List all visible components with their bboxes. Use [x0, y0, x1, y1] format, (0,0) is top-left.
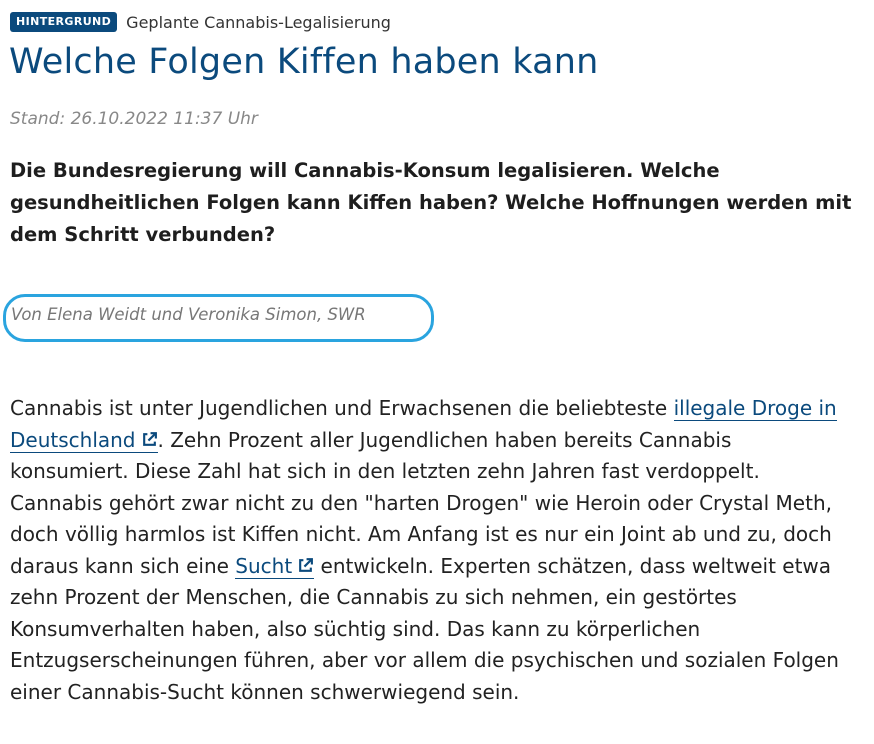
link-label[interactable]: Sucht	[235, 554, 292, 578]
article-headline: Welche Folgen Kiffen haben kann	[9, 42, 599, 82]
kicker: Geplante Cannabis-Legalisierung	[126, 12, 391, 32]
article-body: Cannabis ist unter Jugendlichen und Erwa…	[10, 393, 840, 708]
link-addiction[interactable]: Sucht	[235, 553, 315, 579]
external-link-icon	[142, 431, 157, 446]
article-date: Stand: 26.10.2022 11:37 Uhr	[10, 109, 258, 129]
external-link-icon	[299, 557, 314, 572]
article-author: Von Elena Weidt und Veronika Simon, SWR	[11, 305, 366, 324]
article-teaser: Die Bundesregierung will Cannabis-Konsum…	[10, 159, 852, 246]
category-badge: HINTERGRUND	[10, 12, 118, 32]
topline: HINTERGRUND Geplante Cannabis-Legalisier…	[10, 11, 391, 33]
body-text-part: Cannabis ist unter Jugendlichen und Erwa…	[10, 396, 674, 420]
